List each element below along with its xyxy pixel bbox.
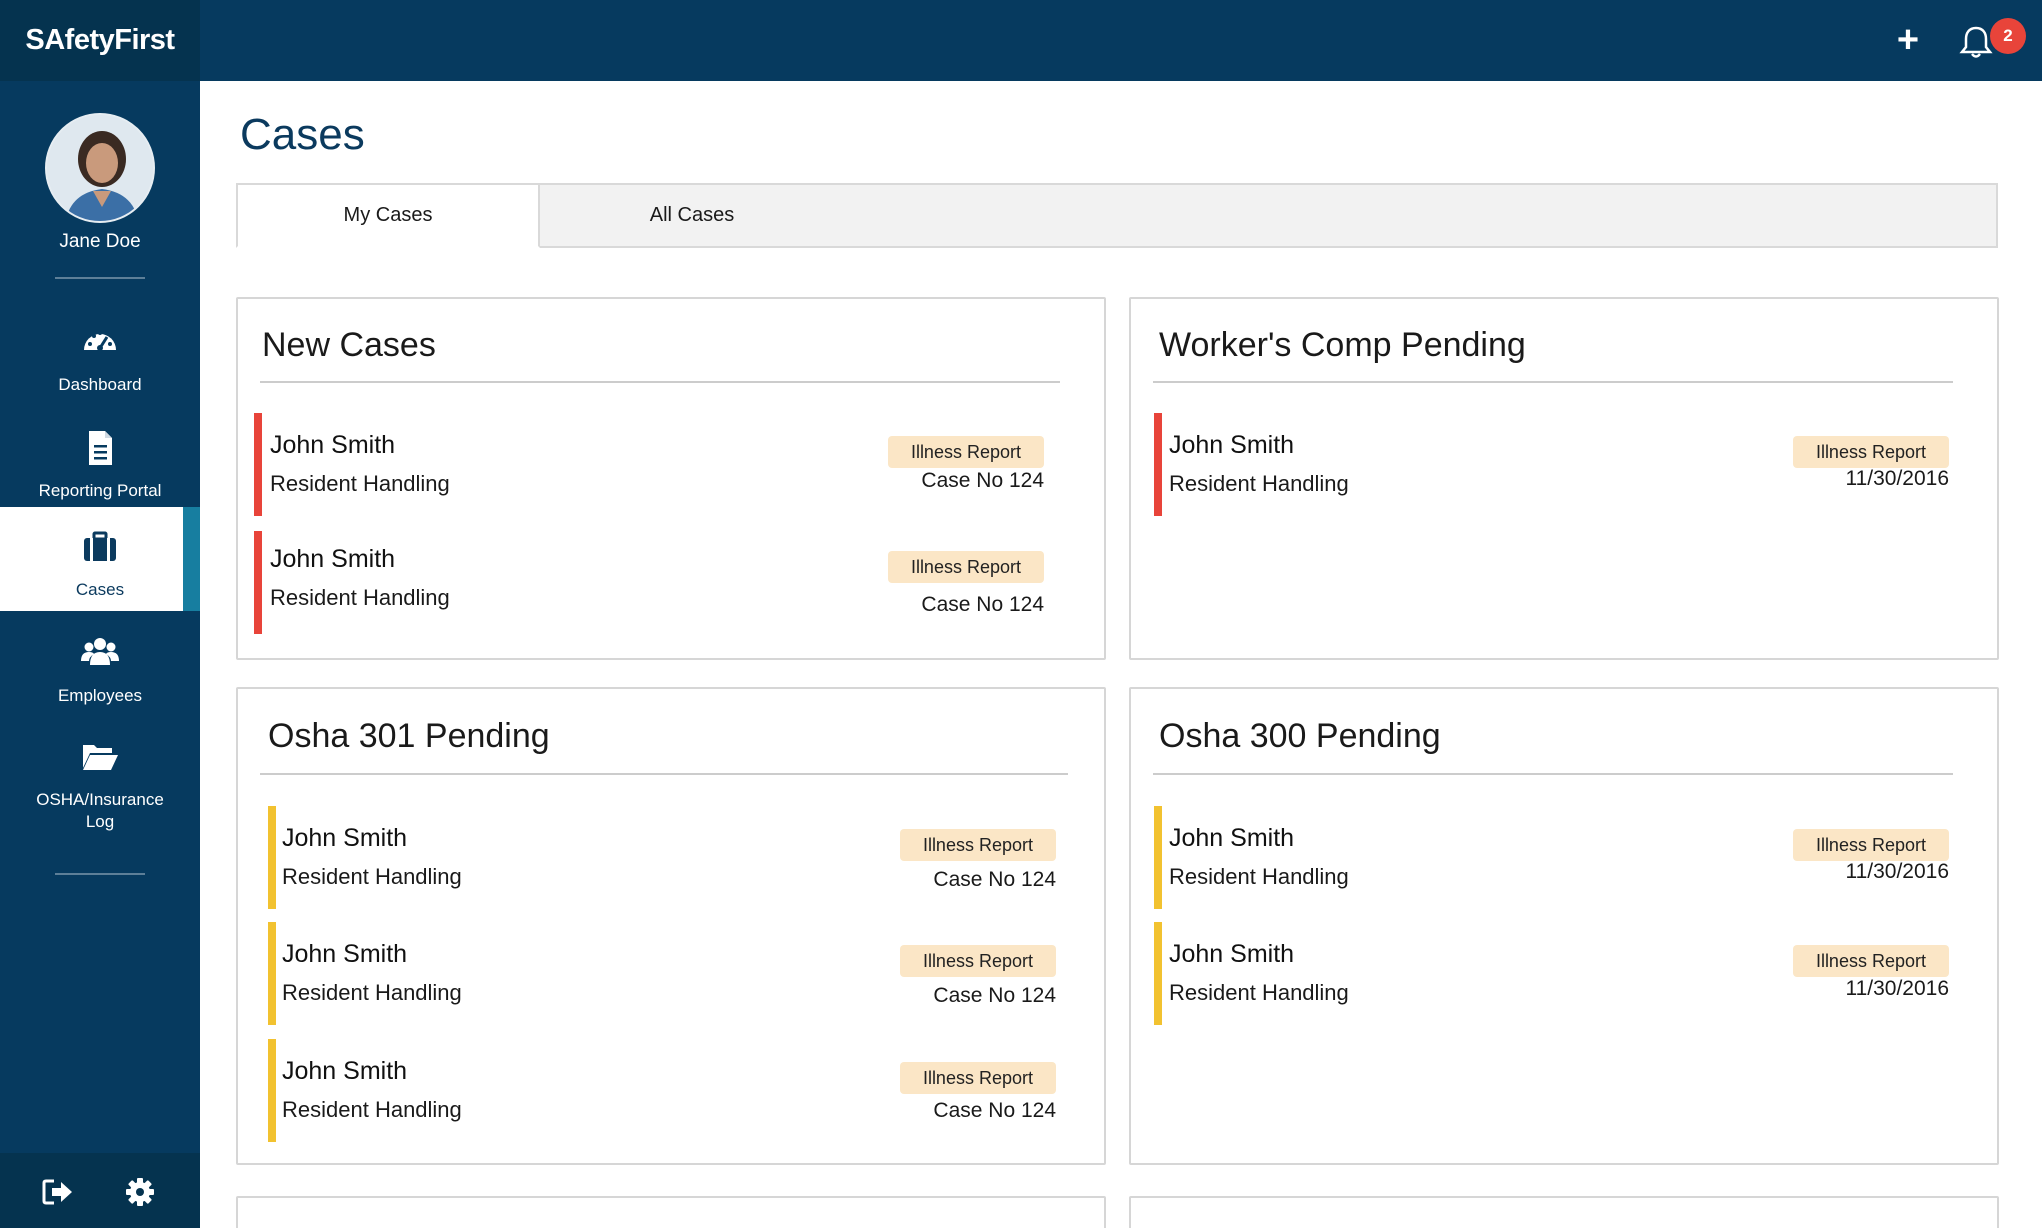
settings-gear-icon[interactable] [123, 1177, 157, 1207]
case-employee-name: John Smith [282, 824, 408, 852]
card-title: New Cases [262, 326, 436, 364]
status-bar-new [254, 531, 262, 634]
sidebar-divider [55, 277, 145, 279]
card-title: Worker's Comp Pending [1159, 326, 1526, 364]
notification-count-badge[interactable]: 2 [1990, 18, 2026, 54]
case-number: Case No 124 [933, 868, 1056, 891]
case-type: Resident Handling [282, 1097, 462, 1122]
logout-icon[interactable] [41, 1177, 75, 1207]
sidebar-divider [55, 873, 145, 875]
case-date: 11/30/2016 [1845, 467, 1949, 490]
case-item[interactable]: John Smith Resident Handling Illness Rep… [268, 1039, 1056, 1142]
sidebar-item-osha-insurance-log[interactable]: OSHA/Insurance Log [0, 717, 200, 831]
page-title: Cases [240, 110, 365, 159]
case-employee-name: John Smith [282, 1057, 408, 1085]
dashboard-gauge-icon [0, 322, 200, 362]
app-logo: SAfetyFirst [25, 24, 175, 56]
status-bar-pending [268, 1039, 276, 1142]
case-item[interactable]: John Smith Resident Handling Illness Rep… [1154, 806, 1949, 909]
case-type: Resident Handling [270, 585, 450, 610]
sidebar-footer [0, 1153, 200, 1228]
sidebar-item-label: OSHA/Insurance Log [36, 790, 164, 831]
card-workers-comp-pending: Worker's Comp Pending John Smith Residen… [1129, 297, 1999, 660]
status-bar-pending [268, 922, 276, 1025]
sidebar-item-reporting-portal[interactable]: Reporting Portal [0, 408, 200, 512]
case-type: Resident Handling [282, 864, 462, 889]
case-number: Case No 124 [921, 593, 1044, 616]
top-bar: SAfetyFirst + 2 [0, 0, 2042, 81]
sidebar: Jane Doe Dashboard Reporting Portal Case… [0, 81, 200, 1228]
case-type: Resident Handling [270, 471, 450, 496]
case-date: 11/30/2016 [1845, 977, 1949, 1000]
status-bar-new [254, 413, 262, 516]
tab-my-cases[interactable]: My Cases [236, 183, 540, 248]
case-employee-name: John Smith [1169, 940, 1295, 968]
sidebar-item-label: Dashboard [58, 375, 142, 394]
notifications-bell-icon[interactable] [1956, 22, 1996, 62]
case-employee-name: John Smith [1169, 431, 1295, 459]
card-title: Osha 301 Pending [268, 717, 550, 755]
case-tabs: My Cases All Cases [236, 183, 1998, 248]
case-item[interactable]: John Smith Resident Handling Illness Rep… [1154, 922, 1949, 1025]
case-number: Case No 124 [921, 469, 1044, 492]
case-employee-name: John Smith [282, 940, 408, 968]
case-item[interactable]: John Smith Resident Handling Illness Rep… [268, 922, 1056, 1025]
case-type: Resident Handling [282, 980, 462, 1005]
user-name: Jane Doe [59, 231, 141, 252]
report-type-badge: Illness Report [1792, 829, 1949, 861]
avatar[interactable] [45, 113, 155, 223]
card-osha-300-pending: Osha 300 Pending John Smith Resident Han… [1129, 687, 1999, 1165]
briefcase-icon [0, 527, 200, 567]
case-number: Case No 124 [933, 984, 1056, 1007]
tab-all-cases[interactable]: All Cases [540, 183, 844, 248]
add-icon[interactable]: + [1893, 21, 1923, 59]
card-partial [1129, 1196, 1999, 1228]
status-bar-pending [1154, 806, 1162, 909]
case-item[interactable]: John Smith Resident Handling Illness Rep… [268, 806, 1056, 909]
report-type-badge: Illness Report [1792, 945, 1949, 977]
status-bar-new [1154, 413, 1162, 516]
case-number: Case No 124 [933, 1099, 1056, 1122]
report-type-badge: Illness Report [899, 829, 1056, 861]
report-type-badge: Illness Report [899, 945, 1056, 977]
sidebar-item-label: Cases [75, 580, 125, 599]
card-divider [260, 381, 1060, 383]
folder-open-icon [0, 737, 200, 777]
sidebar-item-label: Employees [57, 686, 143, 705]
card-title: Osha 300 Pending [1159, 717, 1441, 755]
status-bar-pending [268, 806, 276, 909]
case-type: Resident Handling [1169, 980, 1349, 1005]
sidebar-item-dashboard[interactable]: Dashboard [0, 302, 200, 406]
case-type: Resident Handling [1169, 471, 1349, 496]
report-type-badge: Illness Report [899, 1062, 1056, 1094]
card-osha-301-pending: Osha 301 Pending John Smith Resident Han… [236, 687, 1106, 1165]
card-partial [236, 1196, 1106, 1228]
case-item[interactable]: John Smith Resident Handling Illness Rep… [254, 413, 1044, 516]
case-item[interactable]: John Smith Resident Handling Illness Rep… [254, 531, 1044, 634]
report-type-badge: Illness Report [887, 436, 1044, 468]
card-divider [1153, 381, 1953, 383]
case-type: Resident Handling [1169, 864, 1349, 889]
case-employee-name: John Smith [270, 431, 396, 459]
report-type-badge: Illness Report [1792, 436, 1949, 468]
logo-area[interactable]: SAfetyFirst [0, 0, 200, 81]
sidebar-item-employees[interactable]: Employees [0, 613, 200, 717]
case-employee-name: John Smith [270, 545, 396, 573]
case-employee-name: John Smith [1169, 824, 1295, 852]
sidebar-item-label: Reporting Portal [38, 481, 162, 500]
document-icon [0, 428, 200, 468]
status-bar-pending [1154, 922, 1162, 1025]
card-divider [260, 773, 1068, 775]
card-new-cases: New Cases John Smith Resident Handling I… [236, 297, 1106, 660]
case-item[interactable]: John Smith Resident Handling Illness Rep… [1154, 413, 1949, 516]
card-divider [1153, 773, 1953, 775]
report-type-badge: Illness Report [887, 551, 1044, 583]
case-date: 11/30/2016 [1845, 860, 1949, 883]
sidebar-item-cases[interactable]: Cases [0, 507, 200, 611]
users-icon [0, 633, 200, 673]
